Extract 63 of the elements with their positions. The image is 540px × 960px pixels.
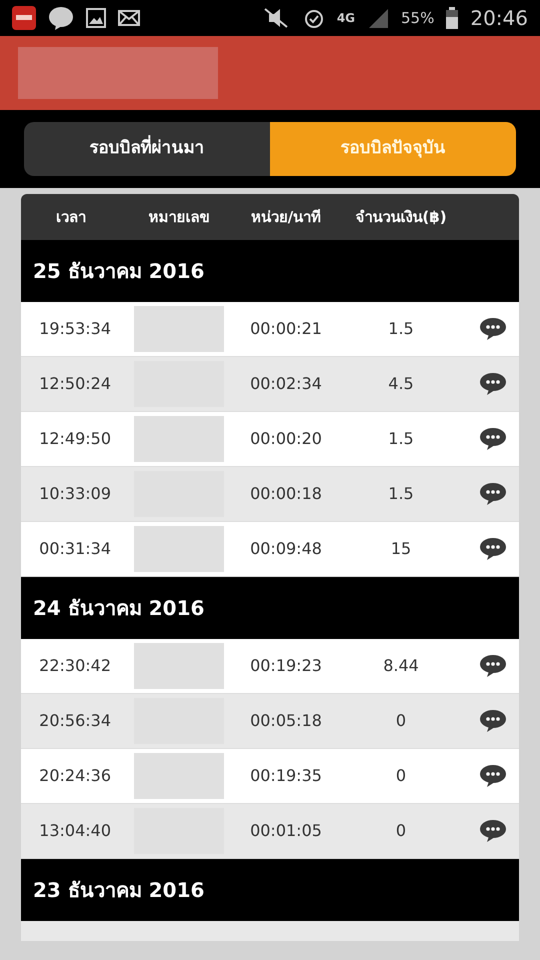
battery-icon	[446, 7, 458, 29]
tab[interactable]: รอบบิลที่ผ่านมา	[24, 122, 270, 176]
chat-bubble-icon[interactable]	[479, 819, 507, 843]
time-cell-text: 00:31:34	[38, 538, 112, 560]
alarm-icon	[302, 7, 325, 29]
amount-cell-text: 15	[390, 538, 412, 560]
time-cell-text: 12:50:24	[38, 373, 112, 395]
chat-app-icon	[48, 6, 74, 30]
date-header: 23 ธันวาคม 2016	[21, 859, 519, 921]
table-row[interactable]: 00:31:34 00:09:48 15	[21, 522, 519, 577]
chat-bubble-icon[interactable]	[479, 537, 507, 561]
amount-cell-text: 1.5	[387, 483, 415, 505]
time-cell-text: 10:33:09	[38, 483, 112, 505]
amount-cell-text: 8.44	[382, 655, 420, 677]
table-row[interactable]: 13:04:40 00:01:05 0	[21, 804, 519, 859]
duration-cell-text: 00:09:48	[249, 538, 323, 560]
amount-cell-text: 0	[394, 710, 408, 732]
table-row[interactable]: 20:24:36 00:19:35 0	[21, 749, 519, 804]
table-row[interactable]: 22:30:42 00:19:23 8.44	[21, 639, 519, 694]
signal-icon	[367, 7, 390, 29]
date-header: 25 ธันวาคม 2016	[21, 240, 519, 302]
chat-bubble-icon[interactable]	[479, 709, 507, 733]
date-header: 24 ธันวาคม 2016	[21, 577, 519, 639]
amount-cell-text: 0	[394, 820, 408, 842]
chat-bubble-icon[interactable]	[479, 764, 507, 788]
table-row[interactable]: 20:56:34 00:05:18 0	[21, 694, 519, 749]
network-label: 4G	[336, 10, 356, 27]
duration-cell-text: 00:00:18	[249, 483, 323, 505]
time-cell-text: 19:53:34	[38, 318, 112, 340]
chat-bubble-icon[interactable]	[479, 372, 507, 396]
battery-percent: 55%	[401, 8, 434, 29]
chat-bubble-icon[interactable]	[479, 482, 507, 506]
amount-cell-text: 1.5	[387, 318, 415, 340]
duration-cell-text: 00:05:18	[249, 710, 323, 732]
time-cell-text: 13:04:40	[38, 820, 112, 842]
amount-cell-text: 4.5	[387, 373, 415, 395]
clock: 20:46	[470, 5, 528, 32]
time-cell-text: 22:30:42	[38, 655, 112, 677]
time-cell-text: 20:56:34	[38, 710, 112, 732]
chat-bubble-icon[interactable]	[479, 654, 507, 678]
duration-cell-text: 00:19:35	[249, 765, 323, 787]
duration-cell-text: 00:01:05	[249, 820, 323, 842]
table-row[interactable]: 12:49:50 00:00:20 1.5	[21, 412, 519, 467]
table-row[interactable]: 19:53:34 00:00:21 1.5	[21, 302, 519, 357]
duration-cell-text: 00:00:20	[249, 428, 323, 450]
table-row[interactable]: 12:50:24 00:02:34 4.5	[21, 357, 519, 412]
column-header: จำนวนเงิน(฿)	[354, 206, 448, 228]
amount-cell-text: 0	[394, 765, 408, 787]
amount-cell-text: 1.5	[387, 428, 415, 450]
column-header: หน่วย/นาที	[250, 206, 322, 228]
table-row[interactable]: 10:33:09 00:00:18 1.5	[21, 467, 519, 522]
column-header: เวลา	[55, 206, 87, 228]
column-header: หมายเลข	[148, 206, 210, 228]
chat-bubble-icon[interactable]	[479, 427, 507, 451]
chat-bubble-icon[interactable]	[479, 317, 507, 341]
time-cell-text: 20:24:36	[38, 765, 112, 787]
duration-cell-text: 00:19:23	[249, 655, 323, 677]
mail-icon	[118, 10, 140, 26]
app-icon	[12, 6, 36, 30]
time-cell-text: 12:49:50	[38, 428, 112, 450]
duration-cell-text: 00:02:34	[249, 373, 323, 395]
image-icon	[86, 8, 106, 28]
duration-cell-text: 00:00:21	[249, 318, 323, 340]
